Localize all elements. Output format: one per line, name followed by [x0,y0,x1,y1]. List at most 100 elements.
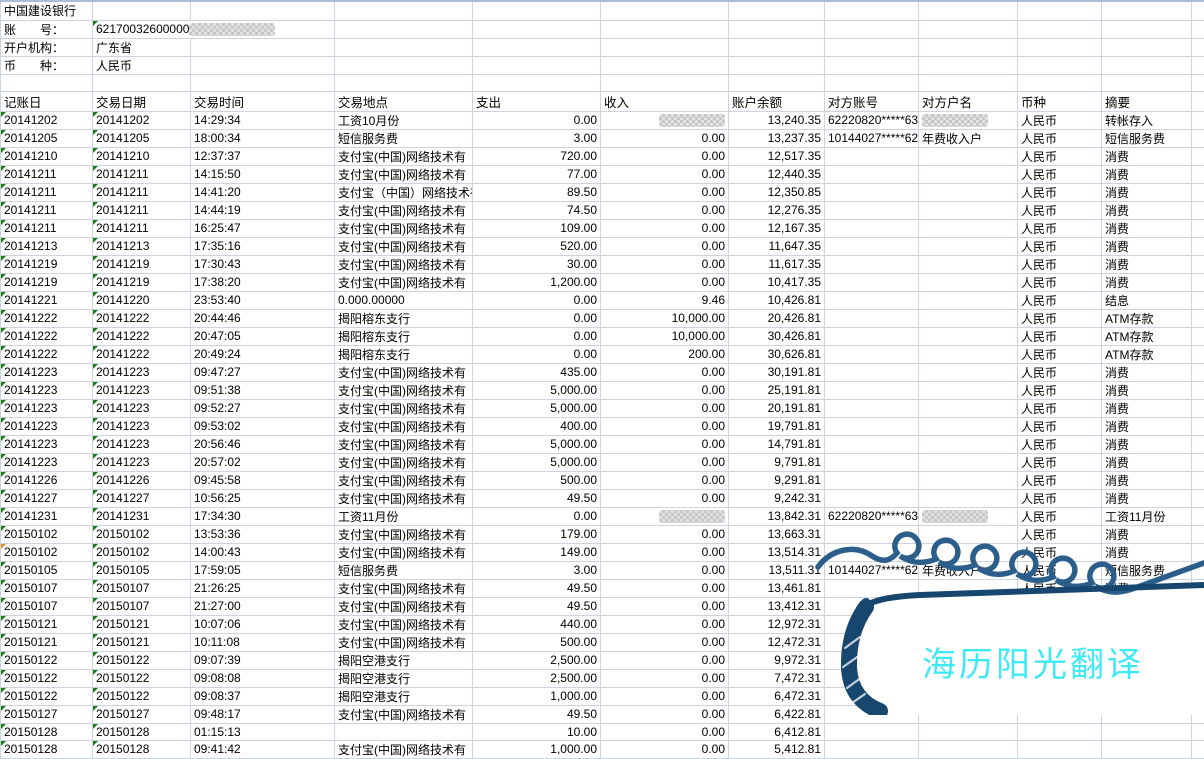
txn-date-cell[interactable]: 20150107 [93,597,191,615]
txn-date-cell[interactable]: 20141219 [93,273,191,291]
debit-cell[interactable]: 440.00 [473,615,601,633]
counterparty-account-cell[interactable] [825,363,919,381]
counterparty-name-cell[interactable] [919,453,1018,471]
txn-time-cell[interactable]: 09:08:08 [191,669,335,687]
balance-cell[interactable]: 12,350.85 [729,183,825,201]
col-header-currency[interactable]: 币种 [1018,91,1102,111]
counterparty-account-cell[interactable] [825,525,919,543]
txn-date-cell[interactable]: 20150102 [93,543,191,561]
counterparty-name-cell[interactable] [919,651,1018,669]
txn-date-cell[interactable]: 20150122 [93,687,191,705]
counterparty-name-cell[interactable] [919,273,1018,291]
booking-date-cell[interactable]: 20141222 [1,327,93,345]
location-cell[interactable]: 支付宝(中国)网络技术有 [335,489,473,507]
currency-cell[interactable]: 人民币 [1018,363,1102,381]
location-cell[interactable]: 支付宝(中国)网络技术有 [335,525,473,543]
txn-date-cell[interactable]: 20150121 [93,633,191,651]
debit-cell[interactable]: 1,000.00 [473,687,601,705]
txn-time-cell[interactable]: 14:41:20 [191,183,335,201]
debit-cell[interactable]: 0.00 [473,345,601,363]
counterparty-name-cell[interactable] [919,237,1018,255]
txn-date-cell[interactable]: 20150105 [93,561,191,579]
summary-cell[interactable]: 消费 [1102,417,1192,435]
txn-date-cell[interactable]: 20141210 [93,147,191,165]
location-cell[interactable]: 揭阳空港支行 [335,669,473,687]
currency-cell[interactable]: 人民币 [1018,165,1102,183]
txn-date-cell[interactable]: 20150122 [93,651,191,669]
cell[interactable] [93,1,191,20]
cell[interactable] [1192,165,1204,183]
counterparty-account-cell[interactable] [825,471,919,489]
cell[interactable] [335,56,473,74]
counterparty-account-cell[interactable] [825,273,919,291]
summary-cell[interactable] [1102,615,1192,633]
currency-cell[interactable]: 人民币 [1018,129,1102,147]
location-cell[interactable]: 支付宝(中国)网络技术有 [335,417,473,435]
txn-time-cell[interactable]: 09:07:39 [191,651,335,669]
cell[interactable] [1192,20,1204,38]
credit-cell[interactable]: 0.00 [601,740,729,758]
txn-time-cell[interactable]: 21:27:00 [191,597,335,615]
txn-date-cell[interactable]: 20141211 [93,165,191,183]
credit-cell[interactable]: 0.00 [601,399,729,417]
location-cell[interactable]: 支付宝(中国)网络技术有 [335,363,473,381]
location-cell[interactable]: 揭阳榕东支行 [335,309,473,327]
counterparty-account-cell[interactable] [825,381,919,399]
credit-cell[interactable]: 0.00 [601,687,729,705]
counterparty-account-cell[interactable] [825,399,919,417]
booking-date-cell[interactable]: 20150128 [1,740,93,758]
counterparty-account-cell[interactable]: 10144027*****62 [825,129,919,147]
counterparty-account-cell[interactable] [825,147,919,165]
location-cell[interactable]: 揭阳空港支行 [335,651,473,669]
summary-cell[interactable]: 转帐存入 [1102,111,1192,129]
cell[interactable] [1192,273,1204,291]
booking-date-cell[interactable]: 20141223 [1,381,93,399]
credit-cell[interactable]: 0.00 [601,543,729,561]
cell[interactable] [1102,1,1192,20]
credit-cell[interactable]: 0.00 [601,489,729,507]
cell[interactable] [1018,20,1102,38]
cell[interactable] [191,1,335,20]
currency-cell[interactable]: 人民币 [1018,255,1102,273]
cell[interactable] [473,1,601,20]
currency-cell[interactable]: 人民币 [1018,489,1102,507]
counterparty-name-cell[interactable] [919,345,1018,363]
counterparty-account-cell[interactable] [825,201,919,219]
summary-cell[interactable] [1102,651,1192,669]
booking-date-cell[interactable]: 20150122 [1,651,93,669]
cell[interactable] [1192,525,1204,543]
debit-cell[interactable]: 520.00 [473,237,601,255]
location-cell[interactable]: 支付宝(中国)网络技术有 [335,273,473,291]
txn-time-cell[interactable]: 10:56:25 [191,489,335,507]
counterparty-account-cell[interactable]: 62220820*****63 [825,111,919,129]
counterparty-account-cell[interactable] [825,183,919,201]
balance-cell[interactable]: 6,422.81 [729,705,825,723]
counterparty-name-cell[interactable] [919,309,1018,327]
currency-cell[interactable]: 人民币 [1018,111,1102,129]
counterparty-name-cell[interactable] [919,597,1018,615]
counterparty-name-cell[interactable] [919,669,1018,687]
counterparty-name-cell[interactable] [919,633,1018,651]
currency-cell[interactable] [1018,633,1102,651]
credit-cell[interactable]: 0.00 [601,705,729,723]
balance-cell[interactable]: 13,514.31 [729,543,825,561]
txn-time-cell[interactable]: 09:48:17 [191,705,335,723]
txn-time-cell[interactable]: 17:35:16 [191,237,335,255]
counterparty-name-cell[interactable] [919,525,1018,543]
location-cell[interactable]: 短信服务费 [335,129,473,147]
counterparty-account-cell[interactable] [825,291,919,309]
summary-cell[interactable]: 消费 [1102,201,1192,219]
col-header-spare[interactable] [1192,91,1204,111]
balance-cell[interactable]: 12,167.35 [729,219,825,237]
debit-cell[interactable]: 400.00 [473,417,601,435]
summary-cell[interactable]: 消费 [1102,579,1192,597]
txn-time-cell[interactable]: 20:44:46 [191,309,335,327]
txn-time-cell[interactable]: 09:51:38 [191,381,335,399]
debit-cell[interactable]: 30.00 [473,255,601,273]
booking-date-cell[interactable]: 20141219 [1,255,93,273]
summary-cell[interactable]: 消费 [1102,381,1192,399]
balance-cell[interactable]: 19,791.81 [729,417,825,435]
balance-cell[interactable]: 13,663.31 [729,525,825,543]
balance-cell[interactable]: 25,191.81 [729,381,825,399]
credit-cell[interactable]: 200.00 [601,345,729,363]
